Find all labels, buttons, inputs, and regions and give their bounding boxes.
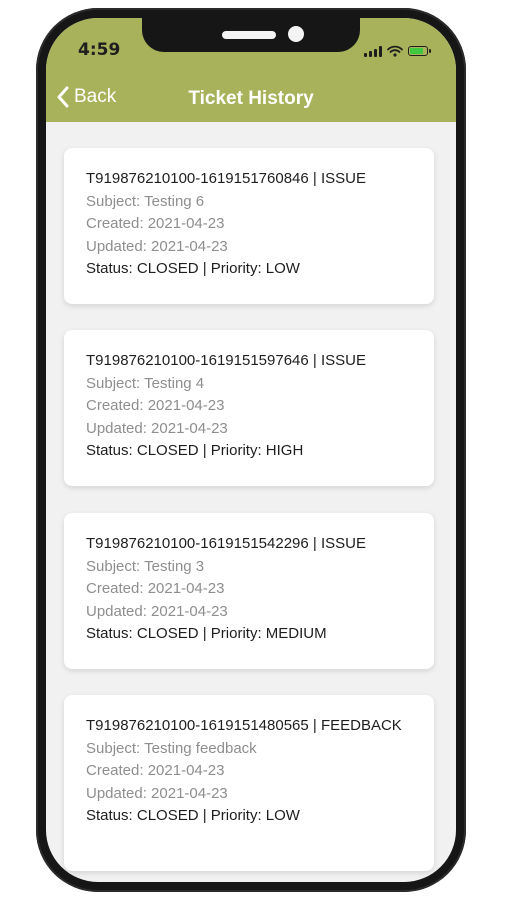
ticket-updated: Updated: 2021-04-23 (86, 784, 228, 802)
ticket-created: Created: 2021-04-23 (86, 215, 225, 233)
ticket-created: Created: 2021-04-23 (86, 397, 225, 415)
status-icons (364, 45, 431, 57)
ticket-subject: Subject: Testing 6 (86, 192, 205, 210)
ticket-id: T919876210100-1619151542296 | ISSUE (86, 535, 366, 552)
ticket-id: T919876210100-1619151597646 | ISSUE (86, 352, 366, 369)
status-time: 4:59 (78, 40, 121, 60)
top-bar: 4:59 Back Ticket History (46, 18, 456, 122)
ticket-created: Created: 2021-04-23 (86, 580, 225, 598)
ticket-subject: Subject: Testing 3 (86, 557, 205, 575)
wifi-icon (387, 45, 403, 57)
app-screen: 4:59 Back Ticket History T919876210100-1… (46, 18, 456, 882)
page-title: Ticket History (188, 88, 314, 109)
ticket-status: Status: CLOSED | Priority: LOW (86, 807, 300, 825)
speaker (222, 31, 276, 39)
ticket-subject: Subject: Testing feedback (86, 739, 257, 757)
signal-icon (364, 45, 382, 57)
ticket-updated: Updated: 2021-04-23 (86, 237, 228, 255)
ticket-status: Status: CLOSED | Priority: LOW (86, 260, 300, 278)
ticket-subject: Subject: Testing 4 (86, 374, 205, 392)
ticket-updated: Updated: 2021-04-23 (86, 419, 228, 437)
ticket-status: Status: CLOSED | Priority: HIGH (86, 442, 304, 460)
ticket-status: Status: CLOSED | Priority: MEDIUM (86, 625, 327, 643)
ticket-list: T919876210100-1619151760846 | ISSUE Subj… (46, 122, 456, 882)
ticket-card[interactable]: T919876210100-1619151597646 | ISSUE Subj… (64, 330, 434, 486)
ticket-card[interactable]: T919876210100-1619151480565 | FEEDBACK S… (64, 695, 434, 871)
phone-frame: 4:59 Back Ticket History T919876210100-1… (36, 8, 466, 892)
ticket-id: T919876210100-1619151760846 | ISSUE (86, 170, 366, 187)
ticket-created: Created: 2021-04-23 (86, 762, 225, 780)
notch (142, 18, 360, 52)
ticket-card[interactable]: T919876210100-1619151760846 | ISSUE Subj… (64, 148, 434, 304)
ticket-id: T919876210100-1619151480565 | FEEDBACK (86, 717, 402, 734)
ticket-card[interactable]: T919876210100-1619151542296 | ISSUE Subj… (64, 513, 434, 669)
front-camera (288, 26, 304, 42)
battery-charging-icon (408, 46, 431, 56)
ticket-updated: Updated: 2021-04-23 (86, 602, 228, 620)
